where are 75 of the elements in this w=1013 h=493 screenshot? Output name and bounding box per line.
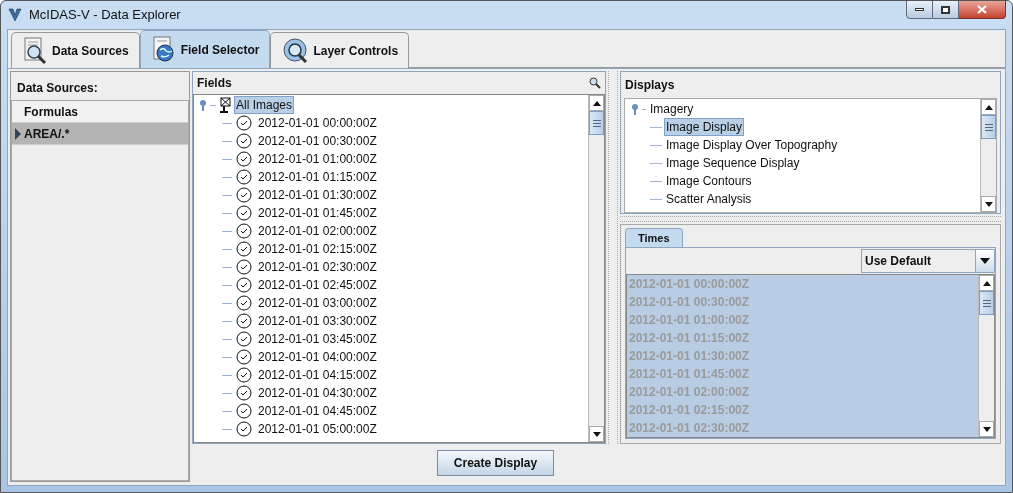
clock-icon xyxy=(236,331,252,347)
clock-icon xyxy=(236,295,252,311)
clock-icon xyxy=(236,241,252,257)
data-source-item[interactable]: Formulas xyxy=(12,101,188,123)
display-type[interactable]: Image Sequence Display xyxy=(664,154,802,172)
clock-icon xyxy=(236,115,252,131)
clock-icon xyxy=(236,367,252,383)
clock-icon xyxy=(236,277,252,293)
create-display-button[interactable]: Create Display xyxy=(436,450,555,476)
scroll-thumb[interactable] xyxy=(589,111,604,135)
time-node[interactable]: 2012-01-01 01:15:00Z xyxy=(256,168,379,186)
display-type[interactable]: Scatter Analysis xyxy=(664,190,754,208)
time-node[interactable]: 2012-01-01 00:00:00Z xyxy=(256,114,379,132)
display-type[interactable]: Image Contours xyxy=(664,172,754,190)
document-magnifier-icon xyxy=(22,36,48,65)
tab[interactable]: Data Sources xyxy=(11,32,140,68)
time-node[interactable]: 2012-01-01 02:15:00Z xyxy=(256,240,379,258)
time-node[interactable]: 2012-01-01 01:30:00Z xyxy=(256,186,379,204)
scroll-thumb[interactable] xyxy=(981,115,996,139)
tree-handle-icon[interactable] xyxy=(198,99,208,111)
close-button[interactable] xyxy=(959,1,1006,19)
time-node[interactable]: 2012-01-01 02:45:00Z xyxy=(256,276,379,294)
maximize-button[interactable] xyxy=(933,1,959,19)
time-node[interactable]: 2012-01-01 03:00:00Z xyxy=(256,294,379,312)
document-globe-icon xyxy=(150,35,177,64)
app-logo-icon xyxy=(7,7,23,23)
time-node[interactable]: 2012-01-01 04:00:00Z xyxy=(256,348,379,366)
clock-icon xyxy=(236,151,252,167)
scroll-down-icon[interactable] xyxy=(589,426,604,442)
scrollbar[interactable] xyxy=(980,99,996,212)
scroll-up-icon[interactable] xyxy=(589,95,604,111)
selection-arrow-icon xyxy=(15,127,21,140)
clock-icon xyxy=(236,403,252,419)
panel-title: Data Sources: xyxy=(16,80,99,97)
panel-title: Displays xyxy=(624,77,676,94)
clock-icon xyxy=(236,205,252,221)
time-node[interactable]: 2012-01-01 05:00:00Z xyxy=(256,420,379,438)
search-icon[interactable] xyxy=(589,77,601,89)
time-node[interactable]: 2012-01-01 02:00:00Z xyxy=(256,222,379,240)
time-node[interactable]: 2012-01-01 03:30:00Z xyxy=(256,312,379,330)
window-title: McIDAS-V - Data Explorer xyxy=(29,6,181,25)
tab[interactable]: Layer Controls xyxy=(270,32,410,68)
scrollbar[interactable] xyxy=(588,95,604,442)
clock-icon xyxy=(236,349,252,365)
antenna-icon xyxy=(218,97,232,113)
time-node[interactable]: 2012-01-01 01:45:00Z xyxy=(256,204,379,222)
clock-icon xyxy=(236,313,252,329)
caret-icon xyxy=(980,258,990,264)
tree-node[interactable]: All Images xyxy=(234,96,295,114)
data-source-item[interactable]: AREA/.* xyxy=(12,123,188,145)
tab[interactable]: Field Selector xyxy=(139,30,271,68)
time-node[interactable]: 2012-01-01 04:45:00Z xyxy=(256,402,379,420)
time-node[interactable]: 2012-01-01 03:45:00Z xyxy=(256,330,379,348)
time-node[interactable]: 2012-01-01 04:30:00Z xyxy=(256,384,379,402)
scroll-up-icon[interactable] xyxy=(981,99,996,115)
close-icon xyxy=(977,5,987,14)
time-node[interactable]: 2012-01-01 04:15:00Z xyxy=(256,366,379,384)
clock-icon xyxy=(236,133,252,149)
time-node[interactable]: 2012-01-01 00:30:00Z xyxy=(256,132,379,150)
scroll-down-icon[interactable] xyxy=(981,196,996,212)
globe-magnifier-icon xyxy=(281,36,310,65)
display-type[interactable]: Image Display Over Topography xyxy=(664,136,840,154)
display-type[interactable]: Image Display xyxy=(664,118,745,136)
display-category[interactable]: Imagery xyxy=(648,100,696,118)
clock-icon xyxy=(236,187,252,203)
clock-icon xyxy=(236,421,252,437)
clock-icon xyxy=(236,385,252,401)
time-node[interactable]: 2012-01-01 02:30:00Z xyxy=(256,258,379,276)
clock-icon xyxy=(236,259,252,275)
panel-title: Fields xyxy=(197,75,232,92)
clock-icon xyxy=(236,169,252,185)
time-node[interactable]: 2012-01-01 01:00:00Z xyxy=(256,150,379,168)
minimize-button[interactable] xyxy=(906,1,933,19)
clock-icon xyxy=(236,223,252,239)
tree-handle-icon[interactable] xyxy=(630,103,640,115)
